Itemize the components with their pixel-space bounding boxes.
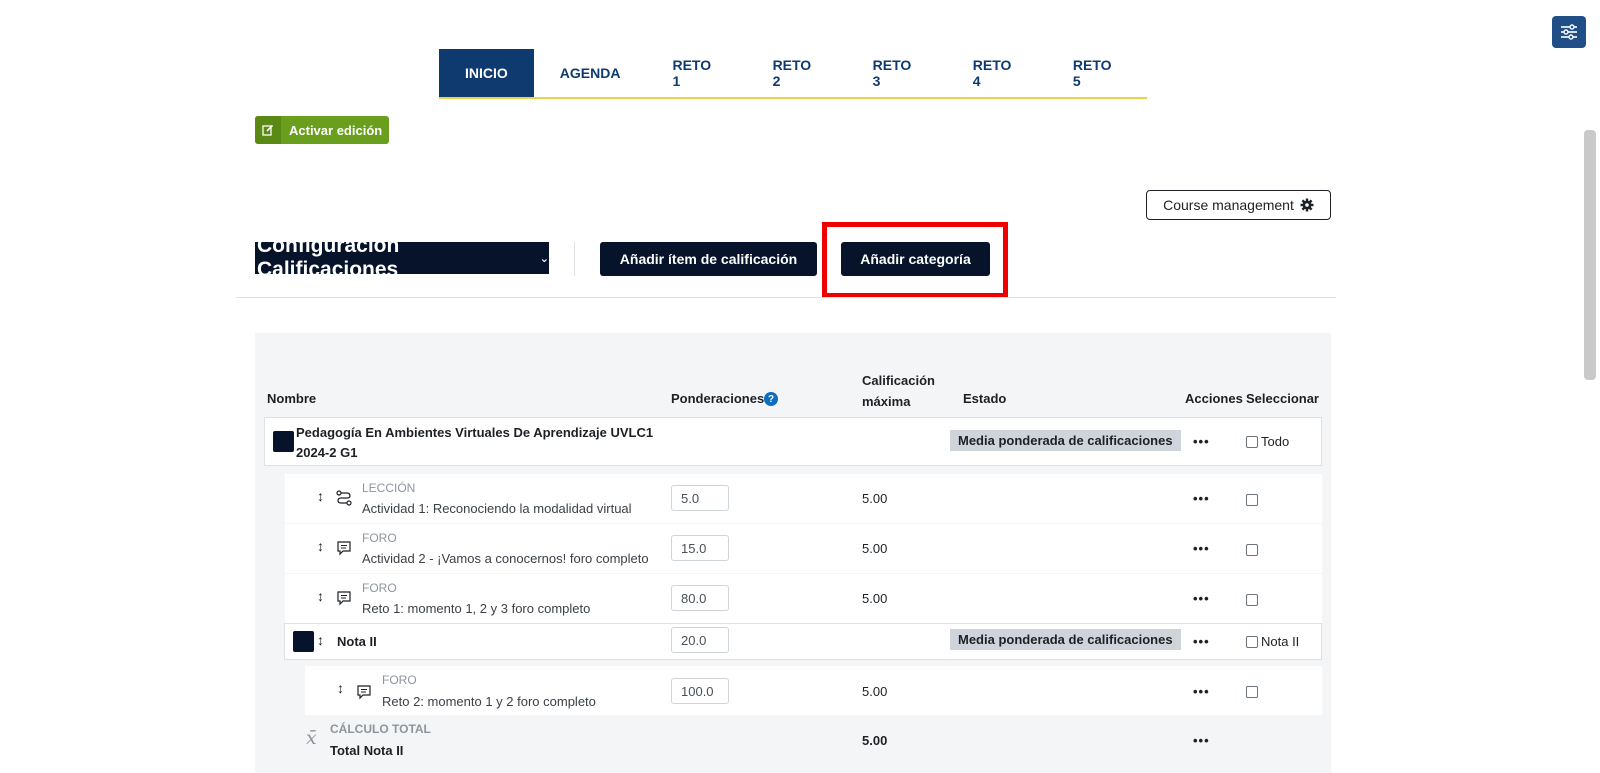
header-rule: [236, 297, 1336, 298]
course-nav: INICIO AGENDA RETO 1 RETO 2 RETO 3 RETO …: [439, 49, 1147, 99]
select-category-checkbox[interactable]: [1246, 636, 1258, 648]
move-icon[interactable]: ↕: [317, 538, 324, 554]
forum-icon: [337, 591, 351, 606]
move-icon[interactable]: ↕: [317, 632, 324, 648]
total-label: CÁLCULO TOTAL: [330, 722, 431, 736]
tab-reto-4[interactable]: RETO 4: [947, 49, 1047, 97]
sliders-icon: [1561, 24, 1577, 40]
header-max-grade-line1: Calificación: [862, 373, 935, 388]
header-select: Seleccionar: [1246, 391, 1319, 406]
total-name: Total Nota II: [330, 743, 404, 758]
subcategory-name: Nota II: [337, 634, 377, 649]
drawer-toggle-button[interactable]: [1552, 16, 1586, 48]
course-management-button[interactable]: Course management: [1146, 190, 1331, 220]
actions-menu[interactable]: •••: [1193, 634, 1210, 649]
actions-menu[interactable]: •••: [1193, 434, 1210, 449]
move-icon[interactable]: ↕: [337, 680, 344, 696]
move-icon[interactable]: ↕: [317, 588, 324, 604]
gear-icon: [1300, 198, 1314, 212]
tab-agenda[interactable]: AGENDA: [534, 49, 647, 97]
page-scrollbar[interactable]: [1584, 130, 1596, 380]
tab-reto-5[interactable]: RETO 5: [1047, 49, 1147, 97]
max-grade-value: 5.00: [862, 541, 888, 556]
weight-input[interactable]: 15.0: [671, 535, 729, 561]
mean-icon: x̄: [306, 727, 317, 749]
lesson-icon: [336, 490, 352, 506]
item-name-link[interactable]: Actividad 1: Reconociendo la modalidad v…: [362, 501, 632, 516]
select-checkbox[interactable]: [1246, 494, 1258, 506]
weight-input[interactable]: 20.0: [671, 627, 729, 653]
gradebook-page-selector[interactable]: Configuración Calificaciones ⌄: [255, 234, 549, 281]
header-name: Nombre: [267, 391, 317, 406]
forum-icon: [337, 541, 351, 556]
item-module: FORO: [382, 673, 417, 687]
weight-input[interactable]: 5.0: [671, 485, 729, 511]
total-max-value: 5.00: [862, 733, 888, 748]
item-module: FORO: [362, 531, 397, 545]
actions-menu[interactable]: •••: [1193, 491, 1210, 506]
status-badge: Media ponderada de calificaciones: [950, 629, 1181, 650]
header-max-grade: Calificación máxima: [862, 370, 935, 412]
move-icon[interactable]: ↕: [317, 488, 324, 504]
item-module: LECCIÓN: [362, 481, 416, 495]
actions-menu[interactable]: •••: [1193, 541, 1210, 556]
add-grade-item-button[interactable]: Añadir ítem de calificación: [600, 242, 817, 276]
enable-editing-label: Activar edición: [289, 122, 383, 138]
course-category-name: Pedagogía En Ambientes Virtuales De Apre…: [296, 423, 653, 463]
actions-menu[interactable]: •••: [1193, 591, 1210, 606]
item-name-link[interactable]: Reto 1: momento 1, 2 y 3 foro completo: [362, 601, 590, 616]
max-grade-value: 5.00: [862, 491, 888, 506]
chevron-down-icon: ⌄: [539, 252, 549, 265]
tab-reto-1[interactable]: RETO 1: [646, 49, 746, 97]
select-checkbox[interactable]: [1246, 544, 1258, 556]
edit-icon: [255, 116, 281, 144]
max-grade-value: 5.00: [862, 591, 888, 606]
tab-inicio[interactable]: INICIO: [439, 49, 534, 97]
item-module: FORO: [362, 581, 397, 595]
header-divider: [574, 242, 575, 276]
header-status: Estado: [963, 391, 1007, 406]
weight-input[interactable]: 80.0: [671, 585, 729, 611]
tab-reto-2[interactable]: RETO 2: [747, 49, 847, 97]
select-all-label: Todo: [1261, 434, 1290, 449]
help-icon[interactable]: ?: [764, 392, 778, 406]
course-category-name-line1: Pedagogía En Ambientes Virtuales De Apre…: [296, 425, 654, 440]
item-name-link[interactable]: Actividad 2 - ¡Vamos a conocernos! foro …: [362, 551, 649, 566]
course-management-label: Course management: [1163, 197, 1294, 213]
item-name-link[interactable]: Reto 2: momento 1 y 2 foro completo: [382, 694, 596, 709]
category-icon: [273, 431, 294, 452]
header-weights: Ponderaciones: [671, 391, 765, 406]
select-category-label: Nota II: [1261, 634, 1300, 649]
page-title: Configuración Calificaciones: [257, 234, 400, 281]
forum-icon: [357, 685, 371, 700]
status-badge: Media ponderada de calificaciones: [950, 430, 1181, 451]
actions-menu[interactable]: •••: [1193, 684, 1210, 699]
actions-menu[interactable]: •••: [1193, 733, 1210, 748]
max-grade-value: 5.00: [862, 684, 888, 699]
header-max-grade-line2: máxima: [862, 394, 911, 409]
highlight-box: [822, 222, 1008, 298]
select-all-checkbox[interactable]: [1246, 436, 1258, 448]
select-checkbox[interactable]: [1246, 594, 1258, 606]
select-checkbox[interactable]: [1246, 686, 1258, 698]
enable-editing-button[interactable]: Activar edición: [255, 116, 389, 144]
tab-reto-3[interactable]: RETO 3: [847, 49, 947, 97]
weight-input[interactable]: 100.0: [671, 678, 729, 704]
course-category-name-line2: 2024-2 G1: [296, 445, 358, 460]
header-actions: Acciones: [1185, 391, 1243, 406]
category-icon: [293, 631, 314, 652]
